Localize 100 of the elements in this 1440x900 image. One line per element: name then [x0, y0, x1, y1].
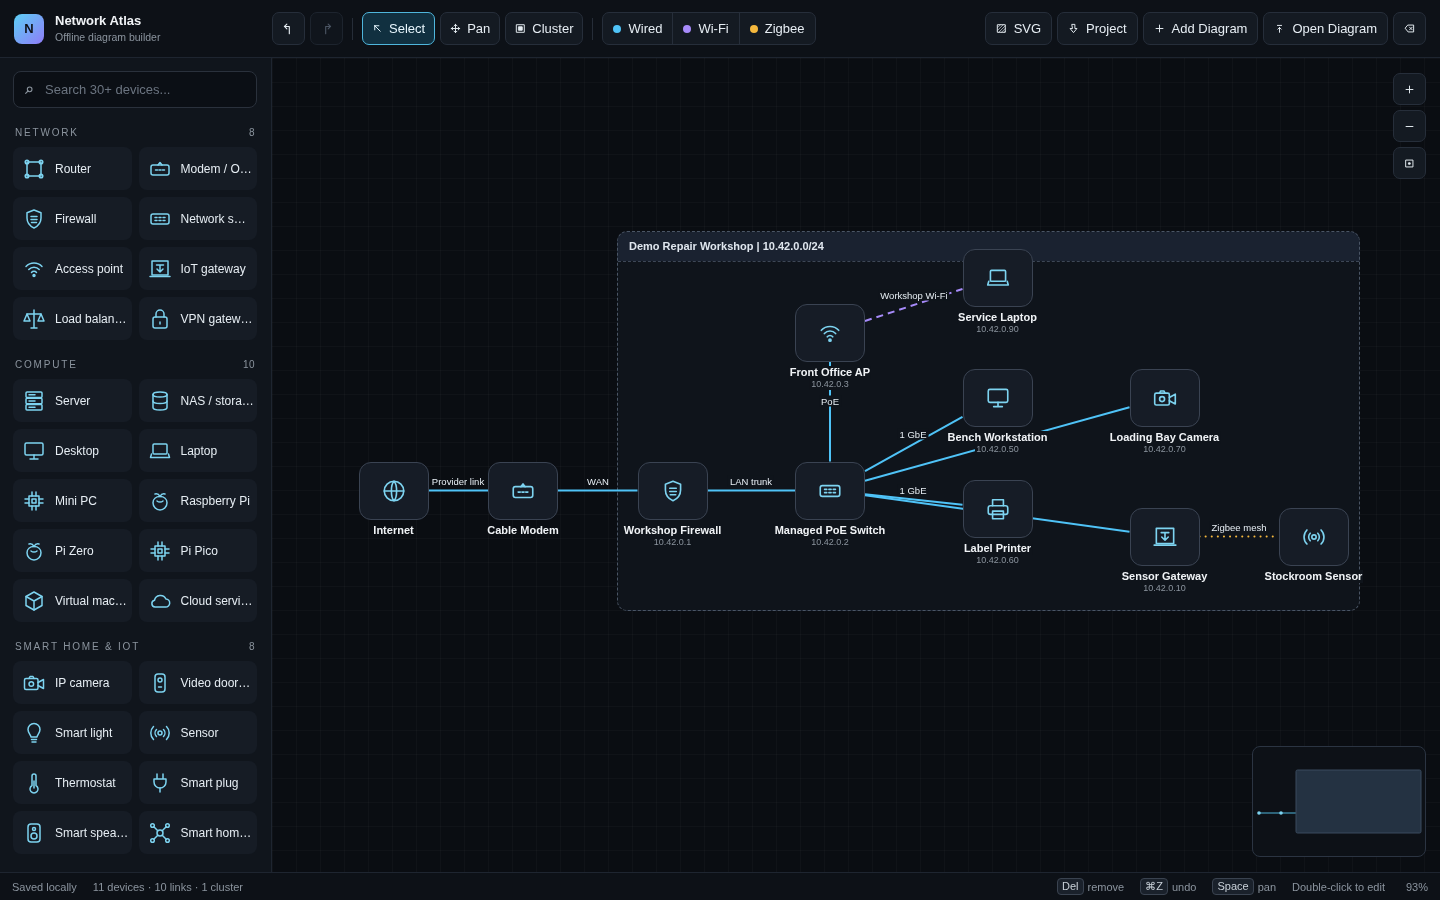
zoom-level: 93%: [1405, 880, 1428, 893]
fit-view-button[interactable]: [1393, 147, 1426, 179]
palette-item[interactable]: Modem / O…: [138, 147, 257, 190]
node-ip: 10.42.0.90: [975, 323, 1020, 335]
cluster-title: Demo Repair Workshop | 10.42.0.0/24: [629, 240, 824, 253]
server-rack-icon: [22, 388, 46, 413]
shortcut-hint: undo: [1172, 880, 1197, 893]
palette-item[interactable]: IP camera: [13, 661, 132, 704]
link-label: PoE: [819, 395, 841, 407]
palette-item[interactable]: Laptop: [138, 429, 257, 472]
tool-button[interactable]: Pan: [440, 12, 501, 45]
link-type-option[interactable]: Wi-Fi: [672, 13, 739, 44]
palette-item[interactable]: Smart spea…: [13, 811, 132, 854]
node-ip: 10.42.0.60: [975, 554, 1020, 566]
plus-icon: [1153, 23, 1165, 34]
backspace-icon: [1404, 23, 1415, 34]
palette-item[interactable]: Raspberry Pi: [138, 479, 257, 522]
palette-item[interactable]: Access point: [13, 247, 132, 290]
node-ip: 10.42.0.2: [810, 536, 850, 548]
section-count: 8: [248, 126, 255, 138]
link-type-option[interactable]: Wired: [603, 13, 673, 44]
device-node[interactable]: [1129, 507, 1200, 566]
scales-icon: [22, 306, 46, 331]
palette-item[interactable]: VPN gatew…: [138, 297, 257, 340]
palette-item[interactable]: Router: [13, 147, 132, 190]
download-button[interactable]: Project: [1057, 12, 1138, 45]
section-count: 10: [242, 358, 255, 370]
tool-button[interactable]: Select: [362, 12, 436, 45]
palette-item[interactable]: Virtual mac…: [13, 579, 132, 622]
node-ip: 10.42.0.3: [810, 378, 850, 390]
node-ip: 10.42.0.50: [975, 443, 1020, 455]
palette-item[interactable]: Pi Zero: [13, 529, 132, 572]
link-label: Zigbee mesh: [1209, 521, 1269, 533]
palette-item[interactable]: Smart plug: [138, 761, 257, 804]
device-node[interactable]: [962, 368, 1033, 427]
node-name: Cable Modem: [486, 523, 560, 537]
link-type-option[interactable]: Zigbee: [738, 13, 815, 44]
node-ip: 10.42.0.70: [1142, 443, 1187, 455]
palette-item[interactable]: Server: [13, 379, 132, 422]
device-node[interactable]: [962, 248, 1033, 307]
cube-icon: [22, 588, 46, 613]
download-arrow-icon: [1068, 23, 1080, 34]
search-field[interactable]: Search 30+ devices...: [13, 71, 257, 108]
hub-nodes-icon: [147, 820, 172, 845]
device-node[interactable]: [637, 461, 708, 520]
add-diagram-button[interactable]: Add Diagram: [1142, 12, 1259, 45]
app-subtitle: Offline diagram builder: [55, 31, 161, 44]
node-ip: 10.42.0.1: [652, 536, 693, 548]
palette-item[interactable]: Smart light: [13, 711, 132, 754]
palette-item[interactable]: Network s…: [138, 197, 257, 240]
device-node[interactable]: [795, 461, 865, 520]
chip-icon: [22, 488, 46, 513]
framed-square-icon: [515, 23, 527, 34]
device-node[interactable]: [795, 303, 865, 362]
palette-item[interactable]: Sensor: [138, 711, 257, 754]
palette-item[interactable]: Load balan…: [13, 297, 132, 340]
node-name: Internet: [372, 523, 415, 537]
section-title: NETWORK: [15, 126, 79, 138]
app-logo: N: [14, 13, 44, 44]
palette-item[interactable]: Thermostat: [13, 761, 132, 804]
app-title: Network Atlas: [55, 13, 143, 29]
keycap: Space: [1212, 878, 1254, 895]
link-label: Provider link: [430, 475, 486, 487]
link-label: LAN trunk: [727, 475, 775, 487]
palette-item[interactable]: Cloud servi…: [138, 579, 257, 622]
device-node[interactable]: [962, 479, 1033, 538]
shortcut-hint: remove: [1087, 880, 1125, 893]
palette-item[interactable]: Desktop: [13, 429, 132, 472]
globe-icon: [380, 477, 407, 504]
palette-item[interactable]: IoT gateway: [138, 247, 257, 290]
device-node[interactable]: [488, 461, 558, 520]
node-ip: 10.42.0.10: [1142, 582, 1187, 594]
palette-item[interactable]: Mini PC: [13, 479, 132, 522]
save-status: Saved locally: [12, 880, 77, 893]
connection-line: [427, 489, 489, 492]
section-count: 8: [248, 640, 255, 652]
palette-item[interactable]: Firewall: [13, 197, 132, 240]
link-label: 1 GbE: [897, 428, 929, 440]
open-diagram-button[interactable]: Open Diagram: [1263, 12, 1388, 45]
move-arrows-icon: [450, 23, 462, 34]
keycap: Del: [1057, 878, 1084, 895]
device-node[interactable]: [358, 461, 429, 520]
chip-icon: [147, 538, 172, 563]
link-label: WAN: [586, 475, 610, 487]
edit-hint: Double-click to edit: [1292, 880, 1385, 893]
palette-item[interactable]: Video door…: [138, 661, 257, 704]
plus-icon: [1404, 83, 1415, 95]
tool-button[interactable]: Cluster: [505, 12, 584, 45]
export-svg-button[interactable]: SVG: [984, 12, 1053, 45]
shortcut-hint: pan: [1257, 880, 1277, 893]
clear-button[interactable]: [1393, 12, 1426, 45]
device-node[interactable]: [1278, 507, 1349, 566]
arrow-up-left-icon: [372, 23, 383, 34]
link-label: Workshop Wi-Fi: [878, 289, 950, 301]
diagram-summary: 11 devices · 10 links · 1 cluster: [92, 880, 244, 893]
device-node[interactable]: [1129, 368, 1200, 427]
search-icon: [25, 85, 33, 94]
palette-item[interactable]: NAS / stora…: [138, 379, 257, 422]
palette-item[interactable]: Pi Pico: [138, 529, 257, 572]
palette-item[interactable]: Smart hom…: [138, 811, 257, 854]
